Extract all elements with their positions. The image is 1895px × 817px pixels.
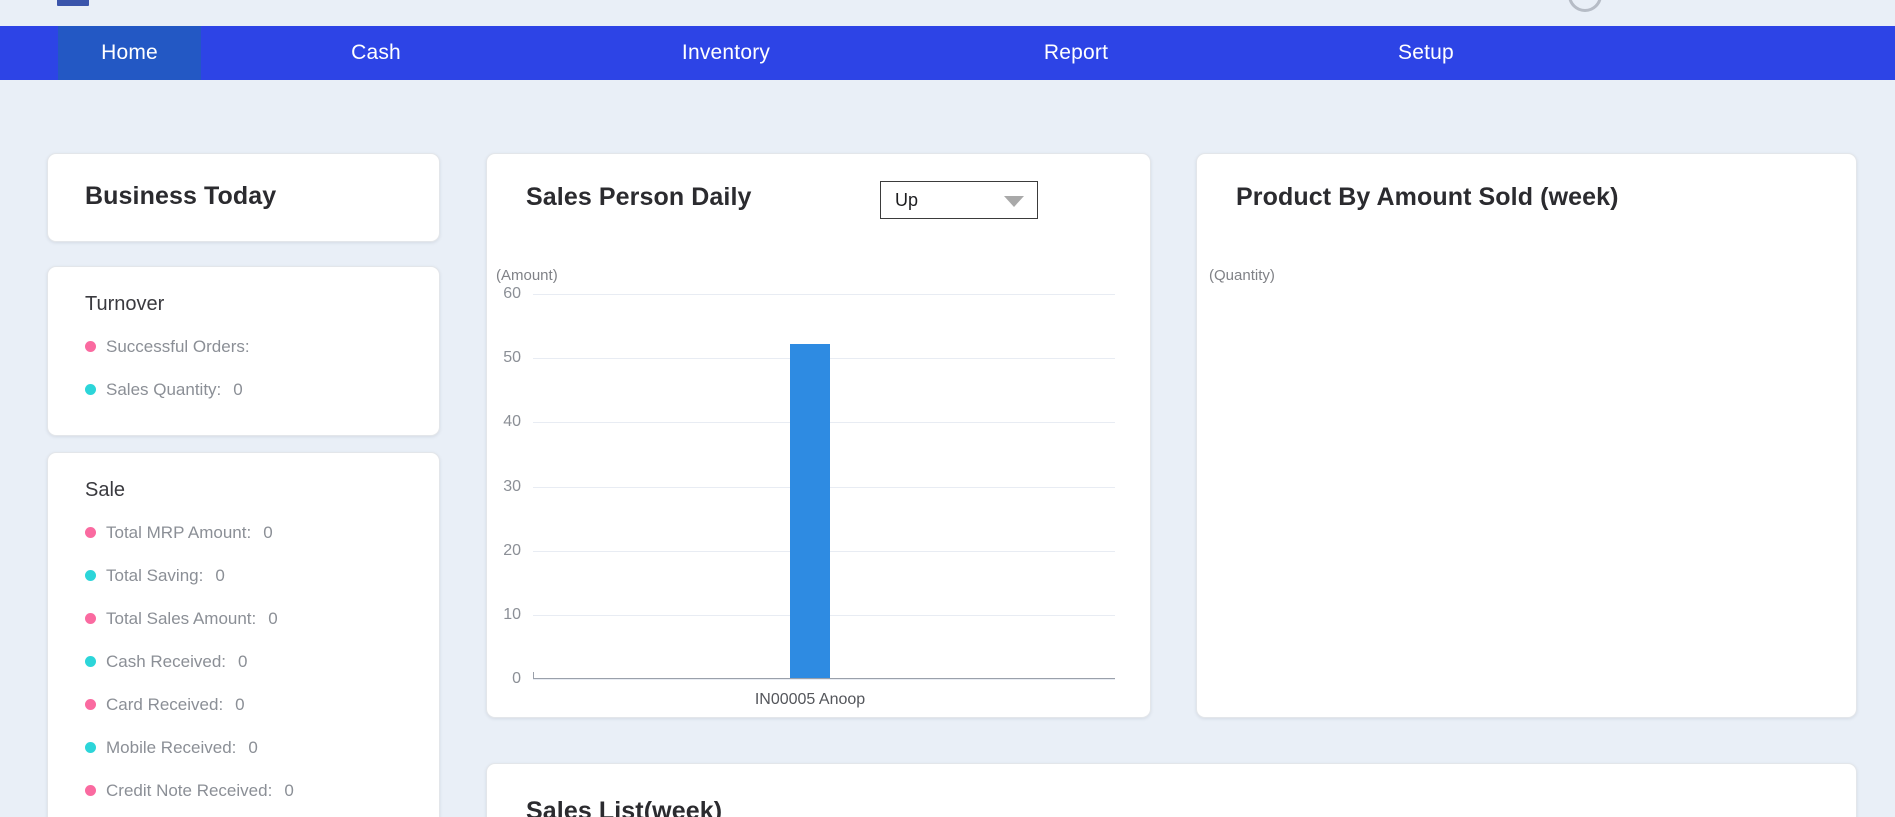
sale-stat-row: Total MRP Amount: 0 bbox=[85, 511, 415, 554]
nav-item-label: Setup bbox=[1398, 41, 1454, 64]
sale-stat-label: Cash Received: bbox=[106, 651, 227, 671]
sale-stat-list: Total MRP Amount: 0 Total Saving: 0 Total Sa… bbox=[85, 511, 415, 812]
sales-person-daily-title: Sales Person Daily bbox=[526, 183, 752, 211]
sale-stat-value: 0 bbox=[284, 780, 294, 800]
y-axis-tick-label: 10 bbox=[503, 605, 521, 623]
sale-stat-row: Mobile Received: 0 bbox=[85, 726, 415, 769]
chevron-down-icon bbox=[1004, 196, 1024, 207]
sale-stat-row: Credit Note Received: 0 bbox=[85, 769, 415, 812]
turnover-stat-row: Sales Quantity: 0 bbox=[85, 368, 415, 411]
sale-stat-label: Total Saving: bbox=[106, 565, 204, 585]
x-axis-baseline bbox=[533, 678, 1115, 679]
top-chrome-strip bbox=[0, 0, 1895, 26]
sale-card: Sale Total MRP Amount: 0 Total Saving: 0 Tot… bbox=[47, 452, 440, 817]
bullet-dot-icon bbox=[85, 570, 96, 581]
turnover-heading: Turnover bbox=[85, 293, 165, 315]
sale-stat-value: 0 bbox=[268, 608, 278, 628]
turnover-stat-label: Successful Orders: bbox=[106, 336, 250, 356]
y-axis-tick-label: 20 bbox=[503, 541, 521, 559]
nav-item-label: Cash bbox=[351, 41, 401, 64]
sales-person-daily-card: Sales Person Daily (Amount) 0 10 20 30 40 50 6… bbox=[486, 153, 1151, 718]
page-title: Business Today bbox=[85, 182, 277, 210]
gridline: 60 bbox=[503, 285, 1115, 302]
sale-stat-label: Card Received: bbox=[106, 694, 224, 714]
product-y-axis-caption: (Quantity) bbox=[1209, 267, 1275, 284]
sales-list-week-card: Sales List(week) bbox=[486, 763, 1857, 817]
sale-stat-row: Total Sales Amount: 0 bbox=[85, 597, 415, 640]
sale-stat-label: Total MRP Amount: bbox=[106, 522, 252, 542]
product-by-amount-sold-card: Product By Amount Sold (week) (Quantity) bbox=[1196, 153, 1857, 718]
turnover-stat-value: 0 bbox=[233, 379, 243, 399]
sale-heading: Sale bbox=[85, 479, 126, 501]
turnover-stat-label: Sales Quantity: bbox=[106, 379, 222, 399]
product-plot-area bbox=[1214, 304, 1824, 672]
sales-person-plot-area: 0 10 20 30 40 50 60 IN00005 Anoop bbox=[503, 285, 1115, 708]
sale-stat-value: 0 bbox=[215, 565, 225, 585]
bullet-dot-icon bbox=[85, 699, 96, 710]
nav-item-cash[interactable]: Cash bbox=[201, 26, 551, 80]
nav-item-inventory[interactable]: Inventory bbox=[551, 26, 901, 80]
nav-item-setup[interactable]: Setup bbox=[1251, 26, 1601, 80]
y-axis-tick-label: 50 bbox=[503, 349, 521, 367]
nav-item-label: Home bbox=[101, 41, 158, 64]
turnover-stat-list: Successful Orders: Sales Quantity: 0 bbox=[85, 325, 415, 411]
y-axis-tick-label: 60 bbox=[503, 285, 521, 302]
sale-stat-row: Total Saving: 0 bbox=[85, 554, 415, 597]
sale-stat-label: Total Sales Amount: bbox=[106, 608, 257, 628]
gridline: 0 bbox=[512, 670, 1115, 687]
dashboard-page: Home Cash Inventory Report Setup Business To… bbox=[0, 0, 1895, 817]
nav-item-label: Report bbox=[1043, 41, 1109, 64]
sale-stat-value: 0 bbox=[248, 737, 258, 757]
bullet-dot-icon bbox=[85, 656, 96, 667]
bullet-dot-icon bbox=[85, 742, 96, 753]
nav-item-home[interactable]: Home bbox=[58, 26, 201, 80]
sale-stat-label: Mobile Received: bbox=[106, 737, 237, 757]
sale-stat-value: 0 bbox=[263, 522, 273, 542]
nav-item-report[interactable]: Report bbox=[901, 26, 1251, 80]
bar-0[interactable] bbox=[790, 344, 830, 678]
sales-person-filter-value: Up bbox=[895, 189, 919, 210]
bullet-dot-icon bbox=[85, 785, 96, 796]
sale-stat-value: 0 bbox=[238, 651, 248, 671]
nav-item-label: Inventory bbox=[681, 41, 771, 64]
sale-stat-label: Credit Note Received: bbox=[106, 780, 273, 800]
x-axis-category-label: IN00005 Anoop bbox=[754, 691, 866, 708]
sale-stat-value: 0 bbox=[235, 694, 245, 714]
turnover-stat-row: Successful Orders: bbox=[85, 325, 415, 368]
bullet-dot-icon bbox=[85, 613, 96, 624]
y-axis-tick-label: 0 bbox=[512, 670, 521, 687]
turnover-card: Turnover Successful Orders: Sales Quantit… bbox=[47, 266, 440, 436]
bullet-dot-icon bbox=[85, 384, 96, 395]
business-today-card: Business Today bbox=[47, 153, 440, 242]
main-navigation: Home Cash Inventory Report Setup bbox=[0, 26, 1895, 80]
bullet-dot-icon bbox=[85, 341, 96, 352]
sales-person-y-axis-caption: (Amount) bbox=[496, 267, 558, 284]
y-axis-tick-label: 30 bbox=[503, 477, 521, 495]
sale-stat-row: Card Received: 0 bbox=[85, 683, 415, 726]
product-by-amount-sold-title: Product By Amount Sold (week) bbox=[1236, 183, 1619, 211]
app-logo[interactable] bbox=[57, 0, 89, 6]
user-avatar[interactable] bbox=[1568, 0, 1602, 12]
bullet-dot-icon bbox=[85, 527, 96, 538]
sale-stat-row: Cash Received: 0 bbox=[85, 640, 415, 683]
sales-person-filter-select[interactable]: Up bbox=[880, 181, 1038, 219]
sales-list-week-title: Sales List(week) bbox=[526, 797, 723, 817]
y-axis-tick-label: 40 bbox=[503, 413, 521, 431]
x-axis-start-tick bbox=[533, 672, 534, 679]
